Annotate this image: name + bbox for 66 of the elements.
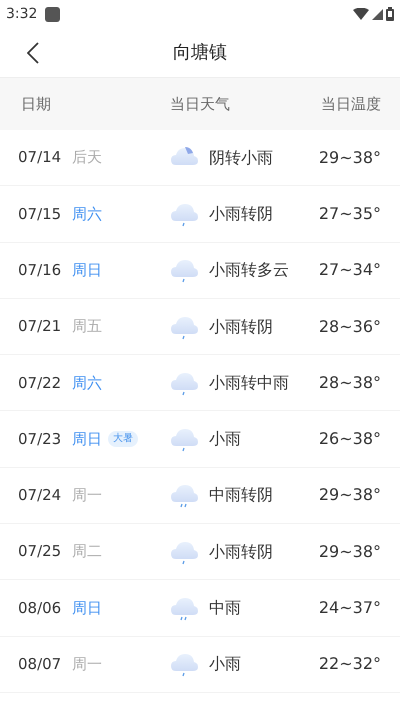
date-text: 07/23 [18, 428, 62, 450]
page-title: 向塘镇 [173, 41, 227, 65]
rain-cloud-icon [170, 595, 199, 622]
weekday-text: 周日 [72, 260, 102, 281]
solar-term-tag: 大暑 [108, 431, 138, 448]
date-text: 07/22 [18, 372, 62, 394]
forecast-row[interactable]: 08/07 周一 小雨 22~32° [0, 636, 400, 693]
temperature-text: 28~36° [318, 316, 381, 338]
forecast-row[interactable]: 07/21 周五 小雨转阴 28~36° [0, 298, 400, 356]
weekday-text: 周六 [72, 372, 102, 394]
rain-cloud-icon [170, 651, 199, 678]
weekday-text: 周六 [72, 204, 102, 225]
wifi-icon [353, 8, 369, 20]
forecast-row[interactable]: 07/16 周日 小雨转多云 27~34° [0, 242, 400, 299]
date-text: 08/07 [18, 654, 62, 676]
weather-text: 中雨 [208, 597, 242, 620]
weekday-text: 周一 [72, 485, 102, 506]
weather-text: 小雨转中雨 [208, 372, 290, 394]
rain-cloud-icon [170, 482, 199, 508]
forecast-row[interactable]: 07/24 周一 中雨转阴 29~38° [0, 468, 400, 524]
temperature-text: 29~38° [318, 146, 381, 169]
forecast-row[interactable]: 08/06 周日 中雨 24~37° [0, 580, 400, 637]
weather-text: 小雨转多云 [208, 259, 290, 282]
battery-icon [386, 7, 394, 21]
forecast-row[interactable]: 07/25 周二 小雨转阴 29~38° [0, 524, 400, 580]
weather-text: 小雨转阴 [208, 540, 274, 563]
weekday-text: 周五 [72, 316, 102, 338]
temperature-text: 22~32° [318, 653, 381, 676]
temperature-text: 29~38° [318, 484, 381, 506]
weather-text: 阴转小雨 [208, 146, 274, 169]
forecast-row[interactable]: 07/14 后天 阴转小雨 29~38° [0, 130, 400, 186]
rain-cloud-icon [170, 257, 199, 284]
forecast-row[interactable]: 07/15 周六 小雨转阴 27~35° [0, 186, 400, 243]
weekday-text: 周日 [72, 598, 102, 619]
weekday-text: 周一 [72, 654, 102, 676]
signal-icon [372, 8, 383, 20]
temperature-text: 24~37° [318, 597, 381, 620]
forecast-row[interactable]: 07/22 周六 小雨转中雨 28~38° [0, 355, 400, 412]
weekday-text: 后天 [72, 147, 102, 168]
weather-text: 小雨 [208, 428, 242, 450]
column-header: 当日天气 [170, 94, 231, 115]
date-text: 07/15 [18, 204, 62, 225]
date-text: 07/24 [18, 485, 62, 506]
column-header: 当日温度 [321, 94, 381, 115]
date-text: 07/25 [18, 541, 62, 562]
forecast-row[interactable]: 07/23 周日 大暑 小雨 26~38° [0, 411, 400, 468]
weather-text: 小雨 [208, 653, 242, 676]
rain-cloud-icon [170, 426, 199, 452]
date-text: 07/16 [18, 260, 62, 281]
temperature-text: 27~34° [318, 259, 381, 282]
back-icon [27, 42, 39, 64]
weather-text: 小雨转阴 [208, 202, 274, 225]
temperature-text: 27~35° [318, 202, 381, 225]
weather-text: 小雨转阴 [208, 316, 274, 338]
date-text: 07/21 [18, 316, 62, 338]
temperature-text: 28~38° [318, 372, 381, 394]
weekday-text: 周二 [72, 541, 102, 562]
date-text: 07/14 [18, 147, 62, 168]
notification-icon [45, 6, 60, 22]
status-time: 3:32 [6, 4, 38, 24]
date-text: 08/06 [18, 598, 62, 619]
column-header: 日期 [21, 94, 52, 115]
weather-text: 中雨转阴 [208, 484, 274, 506]
weekday-text: 周日 [72, 428, 102, 450]
temperature-text: 29~38° [318, 540, 381, 563]
temperature-text: 26~38° [318, 428, 381, 450]
